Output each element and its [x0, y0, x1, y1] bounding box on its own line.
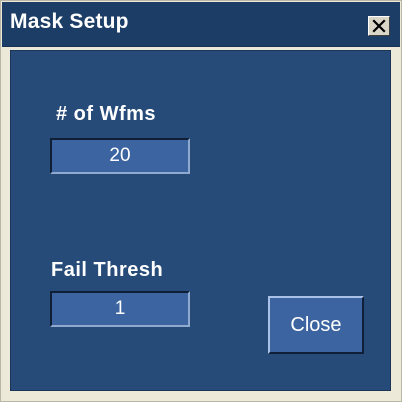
dialog-body: # of Wfms 20 Fail Thresh 1 Close — [10, 50, 391, 391]
dialog-title: Mask Setup — [10, 10, 129, 33]
close-x-icon — [372, 19, 386, 33]
close-button[interactable]: Close — [268, 296, 364, 354]
fail-thresh-input[interactable]: 1 — [50, 291, 190, 327]
close-window-button[interactable] — [368, 16, 390, 36]
mask-setup-dialog: Mask Setup # of Wfms 20 Fail Thresh 1 Cl… — [0, 0, 402, 402]
num-wfms-input[interactable]: 20 — [50, 138, 190, 174]
fail-thresh-label: Fail Thresh — [51, 259, 164, 281]
title-bar[interactable]: Mask Setup — [2, 2, 400, 47]
num-wfms-label: # of Wfms — [56, 103, 157, 125]
